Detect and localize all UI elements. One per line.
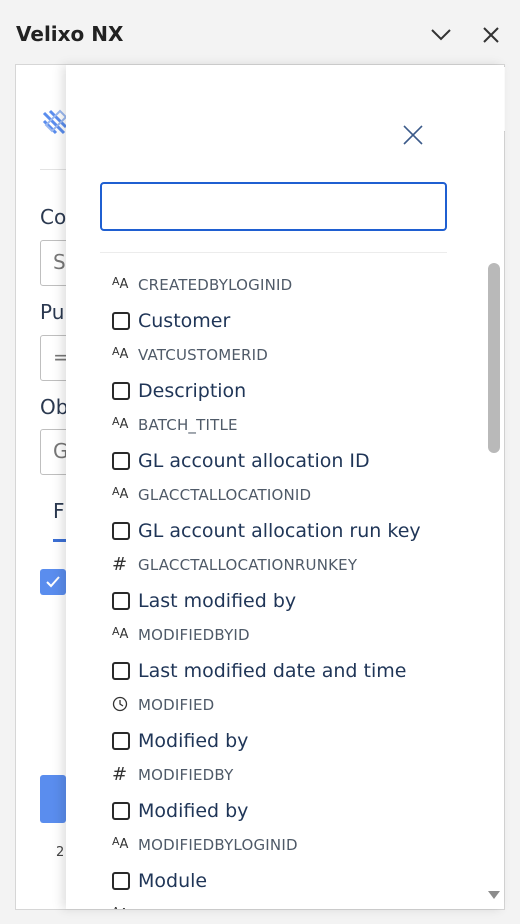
- field-label: Last modified date and time: [138, 660, 407, 682]
- field-label: Modified by: [138, 730, 249, 752]
- field-checkbox[interactable]: [112, 592, 130, 610]
- close-window-button[interactable]: [476, 20, 506, 50]
- field-key: MODIFIEDBY: [138, 766, 234, 784]
- close-icon: [483, 27, 499, 43]
- footer-count: 2: [56, 845, 65, 860]
- field-checkbox[interactable]: [112, 662, 130, 680]
- field-list-item[interactable]: A A CREATEDBYLOGINID: [112, 270, 442, 310]
- hash-icon: #: [112, 763, 128, 785]
- field-key: MODIFIEDBYID: [138, 626, 250, 644]
- field-label: Modified by: [138, 800, 249, 822]
- divider: [100, 252, 447, 253]
- tab-underline: [53, 539, 67, 542]
- field-list-item[interactable]: Last modified date and time MODIFIED: [112, 660, 442, 730]
- close-field-picker-button[interactable]: [400, 122, 426, 148]
- connection-label: Co: [40, 205, 67, 229]
- field-list: A A CREATEDBYLOGINID Customer A A VATCUSTOMERI…: [112, 270, 442, 909]
- field-checkbox[interactable]: [112, 872, 130, 890]
- minimize-button[interactable]: [426, 20, 456, 50]
- text-type-icon: AA: [112, 344, 129, 362]
- field-checkbox[interactable]: [112, 382, 130, 400]
- field-key: VATCUSTOMERID: [138, 346, 269, 364]
- field-key: BATCH_TITLE: [138, 416, 238, 434]
- field-checkbox[interactable]: [112, 522, 130, 540]
- text-type-icon: AA: [112, 414, 129, 432]
- field-list-item[interactable]: Modified by # MODIFIEDBY: [112, 730, 442, 800]
- field-key: GLACCTALLOCATIONRUNKEY: [138, 556, 358, 574]
- field-list-item[interactable]: GL account allocation run key # GLACCTALLO…: [112, 520, 442, 590]
- field-key: MODIFIED: [138, 696, 215, 714]
- text-type-icon: AA: [112, 904, 132, 910]
- close-icon: [403, 125, 423, 145]
- title-bar: Velixo NX: [0, 0, 520, 64]
- field-checkbox[interactable]: [112, 452, 130, 470]
- scrollbar[interactable]: [486, 263, 500, 903]
- hash-icon: #: [112, 553, 128, 575]
- app-title: Velixo NX: [16, 22, 124, 46]
- field-checkbox[interactable]: [112, 802, 130, 820]
- field-label: Customer: [138, 310, 231, 332]
- object-label: Ob: [40, 395, 69, 419]
- field-list-item[interactable]: Module AA: [112, 870, 442, 909]
- field-key: CREATEDBYLOGINID: [138, 276, 293, 294]
- field-checkbox[interactable]: [112, 732, 130, 750]
- scrollbar-thumb[interactable]: [488, 263, 500, 453]
- scroll-down-arrow[interactable]: [488, 891, 500, 899]
- check-icon: [46, 576, 60, 588]
- field-search-input[interactable]: [100, 182, 447, 231]
- field-key: MODIFIEDBYLOGINID: [138, 836, 298, 854]
- field-list-item[interactable]: GL account allocation ID A A GLACCTALLOCATI…: [112, 450, 442, 520]
- field-label: GL account allocation run key: [138, 520, 421, 542]
- field-list-item[interactable]: Description A A BATCH_TITLE: [112, 380, 442, 450]
- field-label: Module: [138, 870, 208, 892]
- field-label: Description: [138, 380, 247, 402]
- field-label: GL account allocation ID: [138, 450, 370, 472]
- purpose-label: Pu: [40, 300, 65, 324]
- select-all-checkbox[interactable]: [40, 569, 66, 595]
- tab-fields[interactable]: F: [53, 499, 65, 523]
- clock-icon: [112, 694, 132, 714]
- text-type-icon: AA: [112, 834, 129, 852]
- chevron-down-icon: [431, 29, 451, 41]
- field-checkbox[interactable]: [112, 312, 130, 330]
- field-picker-panel: A A CREATEDBYLOGINID Customer A A VATCUSTOMERI…: [66, 65, 504, 909]
- primary-action-button[interactable]: [40, 775, 66, 823]
- text-type-icon: AA: [112, 484, 129, 502]
- field-list-item[interactable]: Customer A A VATCUSTOMERID: [112, 310, 442, 380]
- text-type-icon: AA: [112, 274, 129, 292]
- field-list-item[interactable]: Modified by A A MODIFIEDBYLOGINID: [112, 800, 442, 870]
- field-list-item[interactable]: Last modified by A A MODIFIEDBYID: [112, 590, 442, 660]
- field-label: Last modified by: [138, 590, 297, 612]
- text-type-icon: AA: [112, 624, 129, 642]
- field-key: GLACCTALLOCATIONID: [138, 486, 312, 504]
